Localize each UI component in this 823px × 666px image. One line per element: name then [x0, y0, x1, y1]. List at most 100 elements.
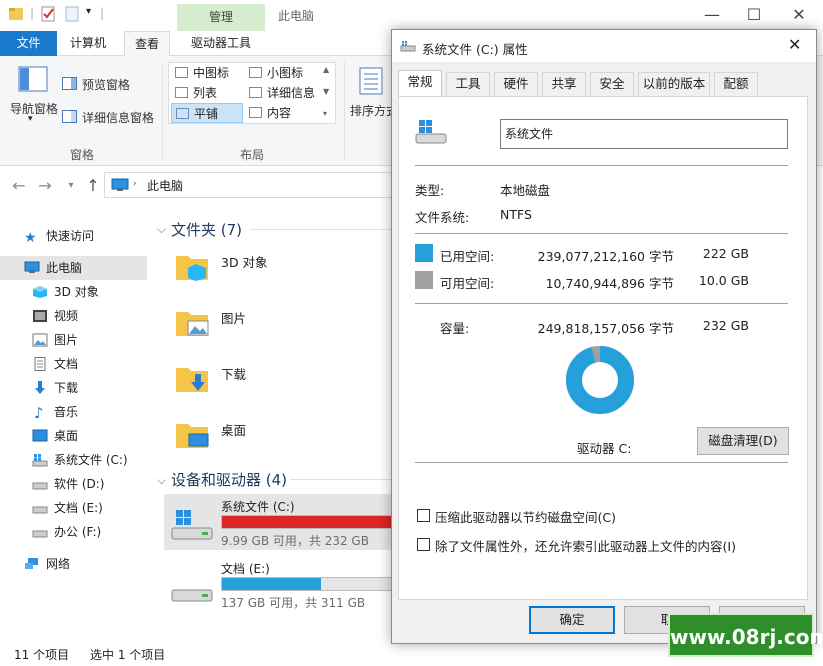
- tab-tools[interactable]: 工具: [446, 72, 490, 96]
- tab-sharing[interactable]: 共享: [542, 72, 586, 96]
- system-drive-icon: [171, 510, 213, 540]
- used-space-arc: [566, 346, 634, 414]
- folder-tile-downloads[interactable]: 下载: [164, 356, 400, 408]
- folders-header[interactable]: 文件夹 (7): [171, 219, 242, 240]
- gallery-more-icon[interactable]: ▾: [323, 109, 327, 118]
- nav-item-label: 办公 (F:): [54, 525, 102, 539]
- tab-file[interactable]: 文件: [0, 31, 57, 56]
- tiles-icon: [176, 108, 189, 119]
- nav-pane-button[interactable]: 导航窗格 ▾: [8, 62, 60, 142]
- ok-button[interactable]: 确定: [529, 606, 615, 634]
- properties-dialog: 系统文件 (C:) 属性 ✕ 常规 工具 硬件 共享 安全 以前的版本 配额 系…: [391, 29, 817, 644]
- cube-icon: [33, 286, 47, 298]
- tab-hardware[interactable]: 硬件: [494, 72, 538, 96]
- layout-list[interactable]: 列表: [171, 83, 243, 103]
- forward-icon[interactable]: →: [36, 176, 54, 196]
- tab-view[interactable]: 查看: [124, 31, 171, 57]
- general-panel: 系统文件 类型: 本地磁盘 文件系统: NTFS 已用空间: 239,077,2…: [398, 96, 808, 600]
- drive-icon: [32, 530, 48, 538]
- layout-medium-icons-label: 中图标: [193, 66, 230, 80]
- drives-header[interactable]: 设备和驱动器 (4): [171, 469, 287, 490]
- up-icon[interactable]: ↑: [84, 176, 102, 196]
- breadcrumb-chevron-icon[interactable]: ›: [133, 179, 137, 189]
- layout-content[interactable]: 内容: [245, 103, 321, 123]
- sort-by-button[interactable]: 排序方式: [350, 64, 398, 134]
- tab-computer[interactable]: 计算机: [60, 31, 116, 56]
- tab-quota[interactable]: 配额: [714, 72, 758, 96]
- nav-item-documents[interactable]: 文档: [0, 352, 147, 376]
- qat-divider-2: |: [100, 6, 105, 20]
- folder-tile-desktop[interactable]: 桌面: [164, 412, 400, 464]
- tab-drive-tools[interactable]: 驱动器工具: [181, 31, 261, 56]
- folder-desktop-icon: [176, 424, 209, 448]
- tab-security[interactable]: 安全: [590, 72, 634, 96]
- index-label[interactable]: 除了文件属性外，还允许索引此驱动器上文件的内容(I): [435, 536, 736, 555]
- layout-small-icons[interactable]: 小图标: [245, 63, 321, 83]
- nav-item-label: 系统文件 (C:): [54, 453, 128, 467]
- new-folder-icon[interactable]: [64, 6, 80, 22]
- gallery-up-icon[interactable]: ▲: [323, 65, 329, 74]
- free-space-bytes: 10,740,944,896 字节: [545, 276, 674, 291]
- nav-item-videos[interactable]: 视频: [0, 304, 147, 328]
- nav-item-label: 音乐: [54, 405, 79, 419]
- dialog-title: 系统文件 (C:) 属性: [422, 42, 528, 57]
- drive-tile-c[interactable]: 系统文件 (C:) 9.99 GB 可用，共 232 GB: [164, 494, 400, 550]
- drive-usage-fill: [222, 578, 321, 590]
- nav-item-drive-d[interactable]: 软件 (D:): [0, 472, 147, 496]
- breadcrumb[interactable]: 此电脑: [147, 177, 183, 194]
- disk-cleanup-button[interactable]: 磁盘清理(D): [697, 427, 789, 455]
- picture-icon: [32, 333, 48, 347]
- qat-dropdown-icon[interactable]: ▾: [86, 6, 91, 17]
- layout-small-icons-label: 小图标: [267, 66, 304, 80]
- nav-network[interactable]: 网络: [0, 552, 147, 576]
- maximize-icon[interactable]: ☐: [744, 5, 764, 25]
- nav-item-drive-c[interactable]: 系统文件 (C:): [0, 448, 147, 472]
- dialog-close-icon[interactable]: ✕: [788, 35, 801, 54]
- drive-icon: [32, 506, 48, 514]
- nav-item-downloads[interactable]: 下载: [0, 376, 147, 400]
- layout-tiles[interactable]: 平铺: [171, 103, 243, 123]
- nav-item-label: 3D 对象: [54, 285, 99, 299]
- preview-pane-label: 预览窗格: [82, 78, 131, 92]
- nav-item-pictures[interactable]: 图片: [0, 328, 147, 352]
- folder-tile-pictures[interactable]: 图片: [164, 300, 400, 352]
- gallery-down-icon[interactable]: ▼: [323, 87, 329, 96]
- nav-item-music[interactable]: ♪ 音乐: [0, 400, 147, 424]
- drive-name-input[interactable]: 系统文件: [500, 119, 788, 149]
- collapse-folders-icon[interactable]: ⌵: [157, 222, 166, 237]
- recent-locations-icon[interactable]: ▾: [62, 176, 80, 196]
- address-input[interactable]: › 此电脑: [104, 172, 404, 198]
- nav-item-3d-objects[interactable]: 3D 对象: [0, 280, 147, 304]
- nav-item-desktop[interactable]: 桌面: [0, 424, 147, 448]
- explorer-titlebar: | ▾ | 管理 此电脑 — ☐ ✕: [0, 0, 823, 32]
- nav-this-pc[interactable]: 此电脑: [0, 256, 147, 280]
- tab-general[interactable]: 常规: [398, 70, 442, 97]
- layout-details[interactable]: 详细信息: [245, 83, 321, 103]
- manage-context-tab[interactable]: 管理: [177, 4, 265, 32]
- tab-previous-versions[interactable]: 以前的版本: [638, 72, 710, 96]
- nav-item-drive-e[interactable]: 文档 (E:): [0, 496, 147, 520]
- close-icon[interactable]: ✕: [789, 5, 809, 25]
- properties-icon[interactable]: [40, 6, 56, 22]
- type-value: 本地磁盘: [500, 183, 551, 198]
- used-space-swatch: [415, 244, 433, 262]
- minimize-icon[interactable]: —: [702, 5, 722, 25]
- folder-tile-3d[interactable]: 3D 对象: [164, 244, 400, 296]
- collapse-drives-icon[interactable]: ⌵: [157, 473, 166, 488]
- nav-quick-access[interactable]: ★ 快速访问: [0, 224, 147, 248]
- nav-item-label: 图片: [54, 333, 79, 347]
- folder-downloads-icon: [176, 368, 208, 392]
- layout-tiles-label: 平铺: [194, 107, 219, 121]
- nav-item-drive-f[interactable]: 办公 (F:): [0, 520, 147, 544]
- layout-medium-icons[interactable]: 中图标: [171, 63, 243, 83]
- compress-checkbox[interactable]: [417, 509, 430, 522]
- index-checkbox[interactable]: [417, 538, 430, 551]
- capacity-label: 容量:: [440, 321, 470, 336]
- small-icons-icon: [249, 67, 262, 78]
- drive-tile-e[interactable]: 文档 (E:) 137 GB 可用，共 311 GB: [164, 556, 400, 612]
- compress-label[interactable]: 压缩此驱动器以节约磁盘空间(C): [435, 507, 616, 526]
- system-drive-icon: [415, 120, 447, 144]
- back-icon[interactable]: ←: [10, 176, 28, 196]
- watermark-logo: www.08rj.com: [668, 613, 823, 657]
- this-pc-icon: [111, 178, 129, 191]
